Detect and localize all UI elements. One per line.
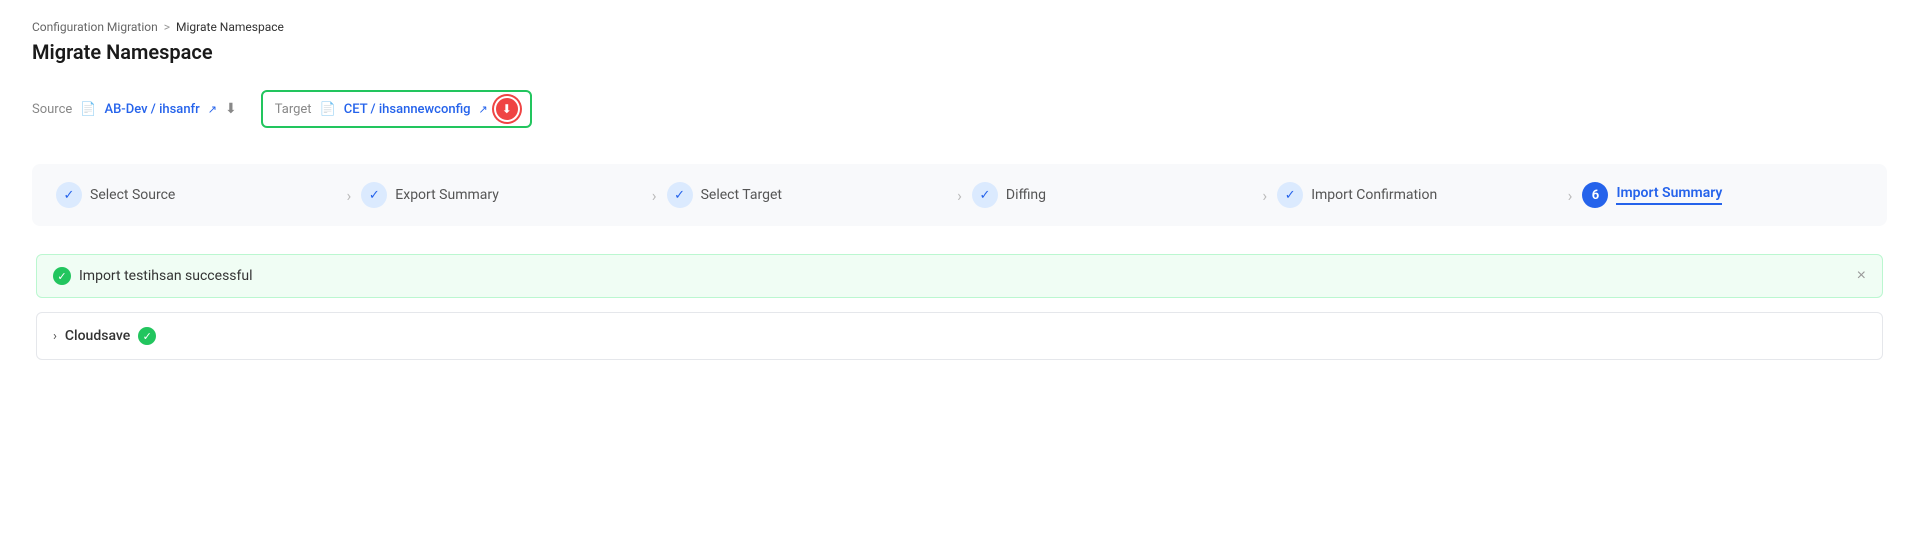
steps-bar: ✓ Select Source › ✓ Export Summary › ✓ S… — [32, 164, 1887, 226]
step-arrow-2: › — [642, 186, 667, 205]
source-section: Source 📄 AB-Dev / ihsanfr ↗ ⬇ — [32, 101, 237, 117]
step-6: 6 Import Summary — [1582, 182, 1862, 208]
step-5-label: Import Confirmation — [1311, 187, 1437, 203]
source-download-icon[interactable]: ⬇ — [225, 101, 237, 117]
success-icon: ✓ — [53, 267, 71, 285]
step-1-label: Select Source — [90, 187, 175, 203]
target-label: Target — [275, 102, 312, 117]
step-4: ✓ Diffing — [972, 182, 1252, 208]
step-6-label: Import Summary — [1616, 185, 1722, 205]
step-6-icon: 6 — [1582, 182, 1608, 208]
step-arrow-3: › — [947, 186, 972, 205]
source-value: AB-Dev / ihsanfr — [104, 102, 199, 117]
target-download-icon[interactable]: ⬇ — [496, 98, 518, 120]
file-icon: 📄 — [80, 102, 96, 117]
step-arrow-5: › — [1558, 186, 1583, 205]
breadcrumb: Configuration Migration > Migrate Namesp… — [32, 20, 1887, 34]
step-1-icon: ✓ — [56, 182, 82, 208]
success-banner: ✓ Import testihsan successful × — [36, 254, 1883, 298]
breadcrumb-parent[interactable]: Configuration Migration — [32, 20, 158, 34]
content-area: ✓ Import testihsan successful × › Clouds… — [32, 254, 1887, 360]
source-label: Source — [32, 102, 72, 117]
step-1: ✓ Select Source — [56, 182, 336, 208]
step-arrow-4: › — [1252, 186, 1277, 205]
step-5-icon: ✓ — [1277, 182, 1303, 208]
step-3: ✓ Select Target — [667, 182, 947, 208]
cloudsave-row: › Cloudsave ✓ — [36, 312, 1883, 360]
step-arrow-1: › — [336, 186, 361, 205]
breadcrumb-current: Migrate Namespace — [176, 20, 284, 34]
success-message: Import testihsan successful — [79, 268, 253, 284]
step-3-label: Select Target — [701, 187, 782, 203]
step-2: ✓ Export Summary — [361, 182, 641, 208]
step-4-label: Diffing — [1006, 187, 1046, 203]
step-2-icon: ✓ — [361, 182, 387, 208]
target-external-link-icon[interactable]: ↗ — [479, 103, 488, 116]
target-value: CET / ihsannewconfig — [344, 102, 471, 117]
page-container: Configuration Migration > Migrate Namesp… — [0, 0, 1919, 541]
close-button[interactable]: × — [1857, 268, 1866, 284]
target-file-icon: 📄 — [320, 102, 336, 117]
step-3-icon: ✓ — [667, 182, 693, 208]
source-target-bar: Source 📄 AB-Dev / ihsanfr ↗ ⬇ Target 📄 C… — [32, 82, 1887, 136]
cloudsave-label: Cloudsave — [65, 328, 130, 344]
cloudsave-status-icon: ✓ — [138, 327, 156, 345]
chevron-icon[interactable]: › — [53, 329, 57, 344]
step-2-label: Export Summary — [395, 187, 499, 203]
step-4-icon: ✓ — [972, 182, 998, 208]
step-5: ✓ Import Confirmation — [1277, 182, 1557, 208]
source-external-link-icon[interactable]: ↗ — [208, 103, 217, 116]
page-title: Migrate Namespace — [32, 40, 1887, 64]
success-banner-left: ✓ Import testihsan successful — [53, 267, 253, 285]
target-section: Target 📄 CET / ihsannewconfig ↗ ⬇ — [261, 90, 532, 128]
breadcrumb-separator: > — [164, 20, 170, 34]
